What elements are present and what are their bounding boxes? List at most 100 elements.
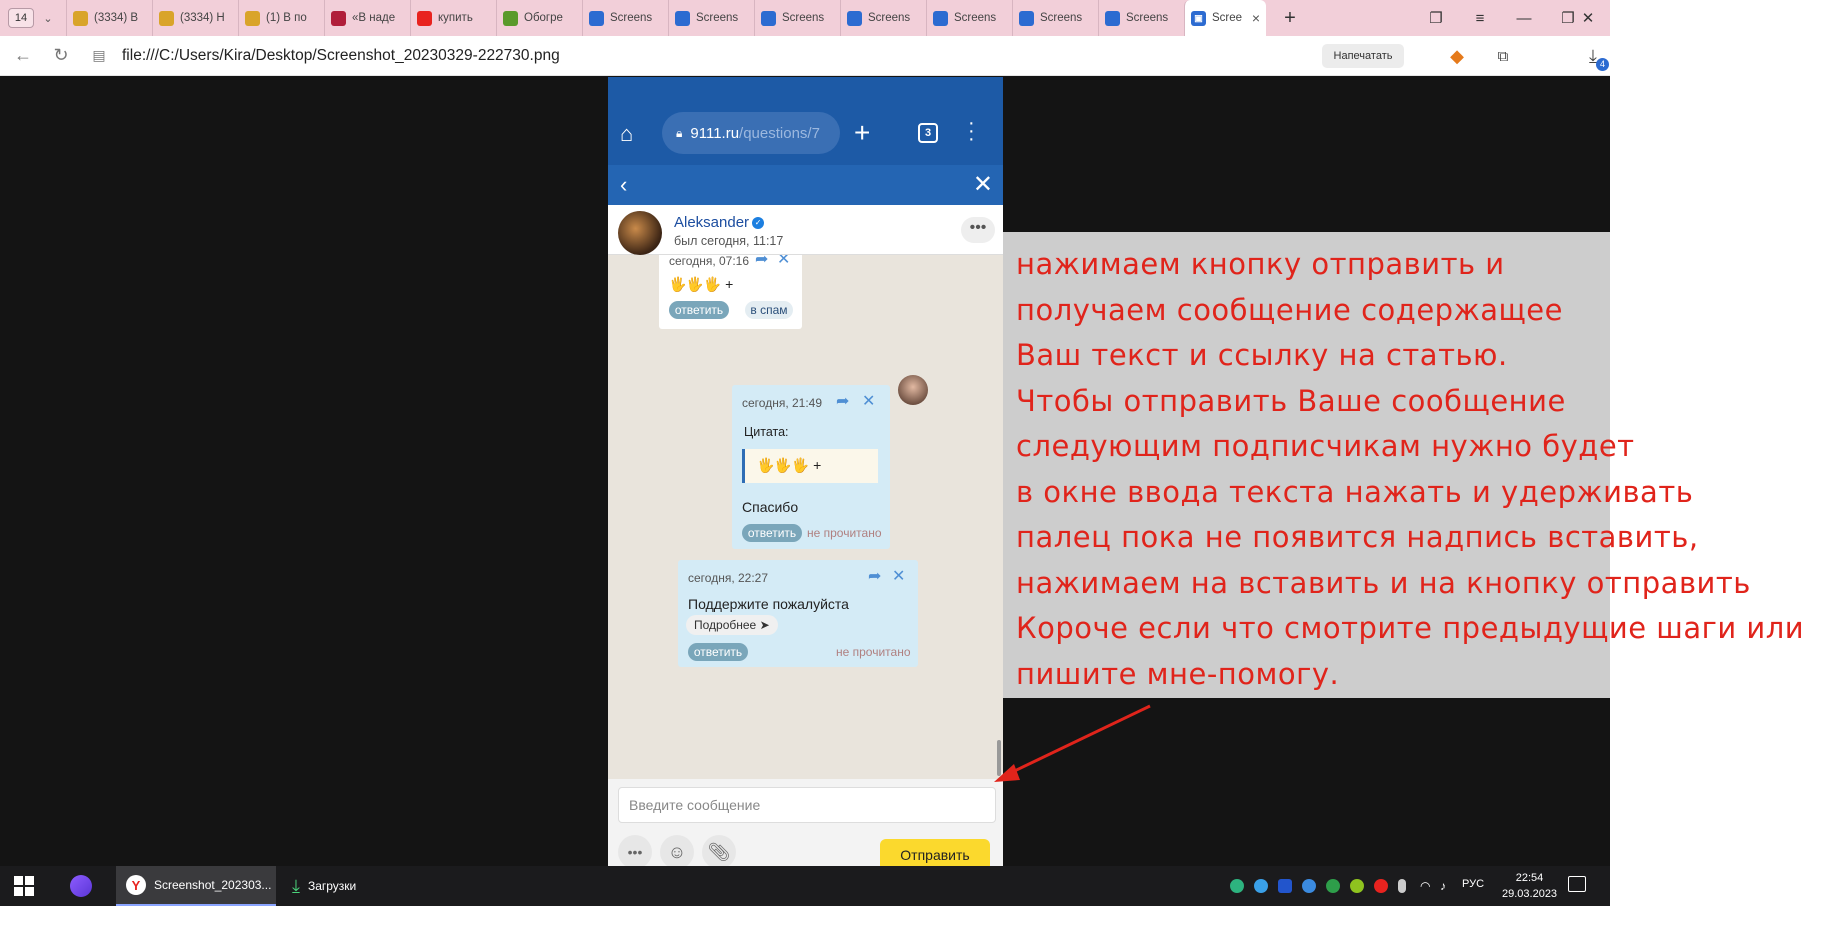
forward-icon[interactable]: ➦ [755, 255, 768, 269]
compose-area: Введите сообщение ••• ☺ 📎︎ Отправить [608, 779, 1003, 866]
tab-favicon-icon [331, 10, 346, 26]
reply-button[interactable]: ответить [688, 643, 748, 661]
volume-icon[interactable]: ♪ [1440, 879, 1454, 893]
more-options-icon[interactable]: ••• [961, 217, 995, 243]
tray-icon[interactable] [1374, 879, 1388, 893]
contact-name[interactable]: Aleksander ✓ [674, 214, 765, 231]
annotation-line: получаем сообщение содержащее [1016, 292, 1563, 327]
menu-icon[interactable]: ≡ [1458, 0, 1502, 36]
send-button[interactable]: Отправить [880, 839, 990, 866]
avatar[interactable] [898, 375, 928, 405]
tab-counter[interactable]: 14 [8, 8, 34, 28]
delete-icon[interactable]: ✕ [777, 255, 790, 269]
back-arrow-icon[interactable]: ← [8, 41, 38, 71]
more-button[interactable]: Подробнее ➤ [686, 615, 778, 635]
reply-button[interactable]: ответить [742, 524, 802, 542]
tabs-count[interactable]: 3 [918, 123, 938, 143]
tab-label: (3334) В [94, 12, 139, 24]
mobile-url-field[interactable]: 🔒︎ 9111.ru/questions/7 [662, 112, 840, 154]
delete-icon[interactable]: ✕ [862, 391, 875, 411]
taskbar-window-label: Screenshot_202303... [154, 878, 272, 892]
tab[interactable]: «В наде [324, 0, 410, 36]
tab-bar: 14 ⌄ (3334) В (3334) Н (1) В по «В наде купи… [0, 0, 1610, 36]
clock-time: 22:54 [1515, 872, 1544, 884]
wifi-icon[interactable]: ◠ [1420, 879, 1434, 893]
quote-label: Цитата: [744, 425, 789, 439]
new-tab-icon[interactable]: + [854, 117, 870, 149]
tab-favicon-icon [589, 10, 604, 26]
screen: 14 ⌄ (3334) В (3334) Н (1) В по «В наде купи… [0, 0, 1822, 947]
tab[interactable]: Обогре [496, 0, 582, 36]
reply-button[interactable]: ответить [669, 301, 729, 319]
new-tab-button[interactable]: + [1276, 4, 1304, 32]
forward-icon[interactable]: ➦ [868, 566, 881, 586]
avatar[interactable] [618, 211, 662, 255]
annotation-line: нажимаем на вставить и на кнопку отправи… [1016, 565, 1751, 600]
message-input[interactable]: Введите сообщение [618, 787, 996, 823]
alice-icon[interactable] [70, 875, 92, 897]
extensions-icon[interactable]: ⧉ [1488, 41, 1518, 71]
emoji-icon[interactable]: ☺ [660, 835, 694, 866]
tab[interactable]: Screens [840, 0, 926, 36]
microphone-icon[interactable] [1398, 879, 1406, 893]
close-tab-icon[interactable]: × [1252, 10, 1260, 26]
phone-screenshot: ⌂ 🔒︎ 9111.ru/questions/7 + 3 · · · ‹ ✕ Ale… [608, 77, 1003, 866]
tray-icon[interactable] [1302, 879, 1316, 893]
tab[interactable]: купить [410, 0, 496, 36]
tab-favicon-icon [159, 10, 174, 26]
message-text: 🖐🖐🖐 + [669, 276, 734, 292]
tab[interactable]: Screens [1012, 0, 1098, 36]
tab-label: «В наде [352, 12, 396, 24]
tab[interactable]: Screens [668, 0, 754, 36]
chevron-down-icon[interactable]: ⌄ [40, 12, 56, 25]
notifications-icon[interactable] [1568, 876, 1586, 892]
tab-favicon-icon [73, 10, 88, 26]
tray-icon[interactable] [1278, 879, 1292, 893]
tab-label: Обогре [524, 12, 563, 24]
tab[interactable]: Screens [926, 0, 1012, 36]
tab-active[interactable]: ▣ Scree × [1184, 0, 1266, 36]
message-text: Спасибо [742, 499, 799, 515]
contact-status: был сегодня, 11:17 [674, 234, 784, 248]
tab[interactable]: (3334) Н [152, 0, 238, 36]
tab[interactable]: Screens [582, 0, 668, 36]
tray-icon[interactable] [1254, 879, 1268, 893]
windows-start-icon[interactable] [14, 876, 34, 896]
metamask-icon[interactable]: ◆ [1442, 41, 1472, 71]
annotation-line: палец пока не появится надпись вставить, [1016, 520, 1699, 554]
print-button[interactable]: Напечатать [1322, 44, 1404, 68]
tab-label: Screens [1126, 12, 1169, 24]
quote-text: 🖐🖐🖐 + [757, 457, 822, 473]
attach-icon[interactable]: 📎︎ [702, 835, 736, 866]
clock[interactable]: 22:54 29.03.2023 [1502, 870, 1557, 902]
tab-label: Screens [954, 12, 997, 24]
minimize-icon[interactable]: — [1502, 0, 1546, 36]
more-icon[interactable]: ••• [618, 835, 652, 866]
kebab-menu-icon[interactable]: · · · [968, 113, 975, 149]
url-field[interactable]: file:///C:/Users/Kira/Desktop/Screenshot… [122, 47, 560, 65]
taskbar-downloads[interactable]: ⤓ Загрузки [288, 866, 408, 906]
tray-icon[interactable] [1350, 879, 1364, 893]
spam-button[interactable]: в спам [745, 301, 793, 319]
tab[interactable]: (1) В по [238, 0, 324, 36]
language-indicator[interactable]: РУС [1462, 878, 1484, 890]
back-chevron-icon[interactable]: ‹ [620, 172, 627, 198]
tray-icon[interactable] [1326, 879, 1340, 893]
tab[interactable]: Screens [1098, 0, 1184, 36]
delete-icon[interactable]: ✕ [892, 566, 905, 586]
forward-icon[interactable]: ➦ [836, 391, 849, 411]
annotation-line: Короче если что смотрите предыдущие шаги… [1016, 611, 1805, 645]
message-time: сегодня, 21:49 [742, 396, 823, 410]
tab[interactable]: (3334) В [66, 0, 152, 36]
close-window-icon[interactable]: ✕ [1566, 0, 1610, 36]
tabs-manager-icon[interactable]: ❐ [1414, 0, 1458, 36]
reload-icon[interactable]: ↻ [46, 41, 76, 71]
tab-favicon-icon [503, 10, 518, 26]
home-icon[interactable]: ⌂ [620, 121, 648, 149]
tab[interactable]: Screens [754, 0, 840, 36]
close-icon[interactable]: ✕ [973, 170, 993, 199]
annotation-line: нажимаем кнопку отправить и [1016, 247, 1505, 281]
tray-icon[interactable] [1230, 879, 1244, 893]
annotation-line: следующим подписчикам нужно будет [1016, 429, 1635, 463]
taskbar-window-screenshot[interactable]: Y Screenshot_202303... [116, 866, 276, 906]
